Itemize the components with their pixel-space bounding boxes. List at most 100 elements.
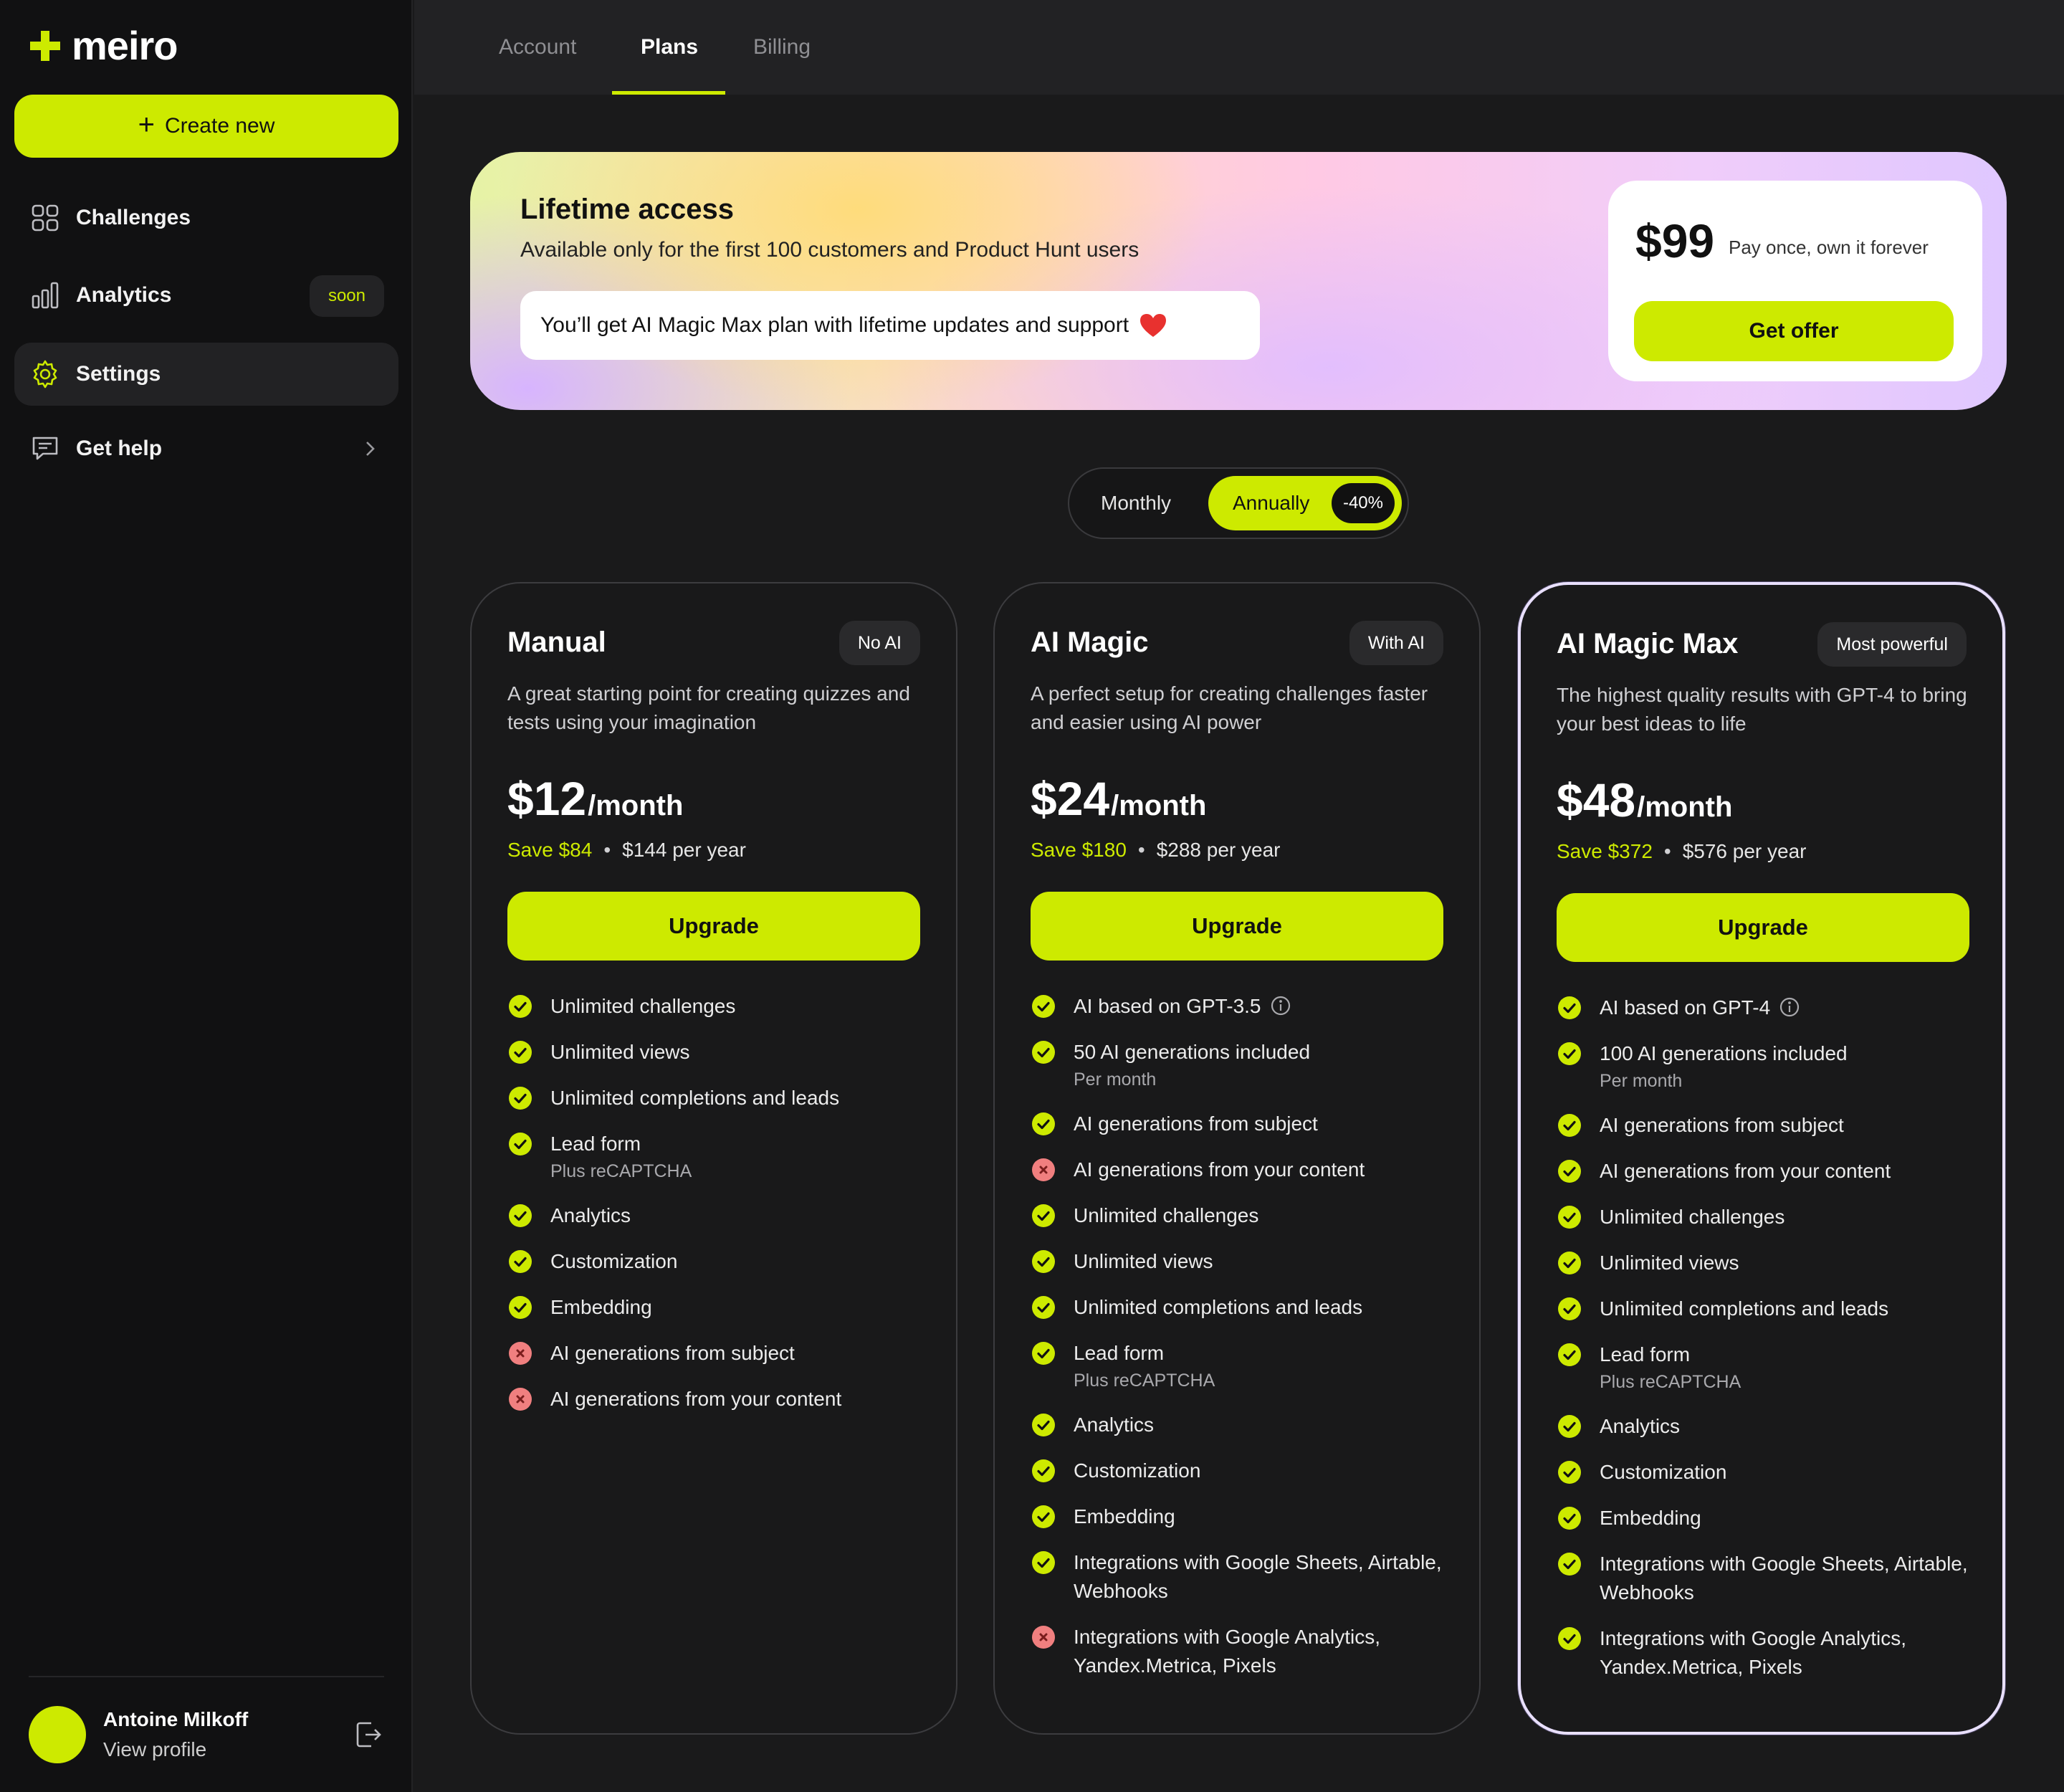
info-icon[interactable] <box>1779 996 1800 1018</box>
feature-item: Unlimited views <box>1557 1249 1987 1277</box>
discount-badge: -40% <box>1331 483 1395 523</box>
sidebar-item-analytics[interactable]: Analytics soon <box>14 264 398 327</box>
feature-text: Unlimited views <box>1074 1250 1213 1272</box>
plan-card-ai-magic: AI Magic With AI A perfect setup for creat… <box>993 582 1481 1735</box>
feature-text: Unlimited completions and leads <box>550 1087 840 1109</box>
feature-text: 100 AI generations included <box>1600 1042 1848 1064</box>
upgrade-button[interactable]: Upgrade <box>1031 892 1443 961</box>
grid-icon <box>30 203 60 233</box>
toggle-annually[interactable]: Annually -40% <box>1208 476 1402 530</box>
feature-item: Integrations with Google Sheets, Airtabl… <box>1031 1548 1461 1606</box>
create-new-button[interactable]: + Create new <box>14 95 398 158</box>
active-tab-indicator <box>612 91 725 95</box>
check-icon <box>1557 1414 1582 1439</box>
feature-item: Unlimited completions and leads <box>1031 1293 1461 1322</box>
feature-text: Unlimited challenges <box>550 995 736 1017</box>
sidebar-item-settings[interactable]: Settings <box>14 343 398 406</box>
get-offer-button[interactable]: Get offer <box>1634 301 1954 361</box>
feature-text: AI generations from your content <box>1074 1158 1365 1181</box>
feature-text: AI based on GPT-4 <box>1600 996 1771 1019</box>
plan-price: $48/month <box>1557 773 1732 827</box>
tab-billing[interactable]: Billing <box>753 0 811 95</box>
feature-text: Integrations with Google Analytics, Yand… <box>1074 1626 1381 1677</box>
cross-icon <box>1031 1157 1056 1183</box>
chevron-right-icon <box>358 437 381 460</box>
plan-badge: With AI <box>1349 621 1443 665</box>
feature-item: Unlimited completions and leads <box>507 1084 937 1112</box>
feature-item: AI based on GPT-4 <box>1557 993 1987 1022</box>
feature-item: AI generations from your content <box>1557 1157 1987 1186</box>
plan-title: Manual <box>507 626 606 658</box>
feature-item: Integrations with Google Analytics, Yand… <box>1557 1624 1987 1682</box>
offer-note: Pay once, own it forever <box>1729 237 1929 258</box>
check-icon <box>1557 1204 1582 1230</box>
feature-item: Integrations with Google Sheets, Airtabl… <box>1557 1550 1987 1607</box>
check-icon <box>1557 995 1582 1021</box>
sidebar: meiro + Create new Challenges Analytics … <box>0 0 413 1792</box>
billing-period-toggle[interactable]: Monthly Annually -40% <box>1068 467 1409 539</box>
sidebar-item-label: Analytics <box>76 283 172 307</box>
plan-badge: No AI <box>838 621 920 665</box>
price-period: /month <box>1111 790 1207 821</box>
feature-list: AI based on GPT-3.5 50 AI generations inc… <box>1031 992 1461 1697</box>
feature-subtext: Per month <box>1600 1071 1683 1091</box>
price-period: /month <box>588 790 684 821</box>
logo[interactable]: meiro <box>29 26 178 66</box>
feature-item: Analytics <box>1031 1411 1461 1439</box>
feature-list: Unlimited challenges Unlimited views Unlim… <box>507 992 937 1431</box>
view-profile-link[interactable]: View profile <box>103 1738 248 1761</box>
separator-dot: • <box>1663 840 1671 862</box>
feature-item: Analytics <box>1557 1412 1987 1441</box>
feature-item: 100 AI generations included Per month <box>1557 1039 1987 1094</box>
upgrade-button[interactable]: Upgrade <box>507 892 920 961</box>
upgrade-button[interactable]: Upgrade <box>1557 893 1969 962</box>
profile[interactable]: Antoine Milkoff View profile <box>29 1706 248 1763</box>
tab-account[interactable]: Account <box>499 0 576 95</box>
check-icon <box>1557 1342 1582 1368</box>
profile-name: Antoine Milkoff <box>103 1708 249 1730</box>
sidebar-item-challenges[interactable]: Challenges <box>14 186 398 249</box>
tab-plans[interactable]: Plans <box>641 0 698 95</box>
feature-item: Lead form Plus reCAPTCHA <box>1031 1339 1461 1393</box>
sidebar-item-label: Settings <box>76 362 161 386</box>
plan-card-manual: Manual No AI A great starting point for cr… <box>470 582 957 1735</box>
avatar[interactable] <box>29 1706 86 1763</box>
plus-icon: + <box>138 109 155 140</box>
feature-text: Unlimited challenges <box>1600 1206 1785 1228</box>
plan-description: The highest quality results with GPT-4 t… <box>1557 684 1967 735</box>
heart-icon <box>1139 313 1167 338</box>
sidebar-divider <box>29 1676 384 1677</box>
feature-item: Unlimited challenges <box>1557 1203 1987 1231</box>
sidebar-item-get-help[interactable]: Get help <box>14 417 398 480</box>
feature-item: AI generations from subject <box>1031 1110 1461 1138</box>
plan-description: A great starting point for creating quiz… <box>507 682 910 733</box>
check-icon <box>1557 1505 1582 1531</box>
toggle-monthly[interactable]: Monthly <box>1101 469 1171 538</box>
logout-icon[interactable] <box>353 1719 384 1750</box>
feature-item: Embedding <box>1557 1504 1987 1533</box>
feature-text: Integrations with Google Analytics, Yand… <box>1600 1627 1907 1678</box>
check-icon <box>507 1249 533 1274</box>
plan-savings: Save $180 • $288 per year <box>1031 839 1281 862</box>
check-icon <box>1557 1551 1582 1577</box>
feature-item: Customization <box>1031 1457 1461 1485</box>
check-icon <box>1031 1504 1056 1530</box>
feature-text: AI generations from subject <box>1600 1114 1844 1136</box>
banner-subtitle: Available only for the first 100 custome… <box>520 238 1140 262</box>
check-icon <box>507 1039 533 1065</box>
cross-icon <box>507 1340 533 1366</box>
feature-item: Unlimited completions and leads <box>1557 1295 1987 1323</box>
feature-text: Analytics <box>1600 1415 1681 1437</box>
banner-pill-text: You’ll get AI Magic Max plan with lifeti… <box>540 313 1129 337</box>
lifetime-offer-card: $99 Pay once, own it forever Get offer <box>1608 181 1982 381</box>
info-icon[interactable] <box>1270 995 1291 1016</box>
check-icon <box>1557 1626 1582 1652</box>
check-icon <box>1031 1111 1056 1137</box>
feature-text: Unlimited challenges <box>1074 1204 1259 1226</box>
feature-text: Analytics <box>1074 1414 1155 1436</box>
feature-text: Embedding <box>1074 1505 1175 1528</box>
cross-icon <box>507 1386 533 1412</box>
plus-logo-icon <box>29 29 62 62</box>
feature-text: Unlimited completions and leads <box>1600 1297 1889 1320</box>
plan-savings: Save $372 • $576 per year <box>1557 840 1807 863</box>
